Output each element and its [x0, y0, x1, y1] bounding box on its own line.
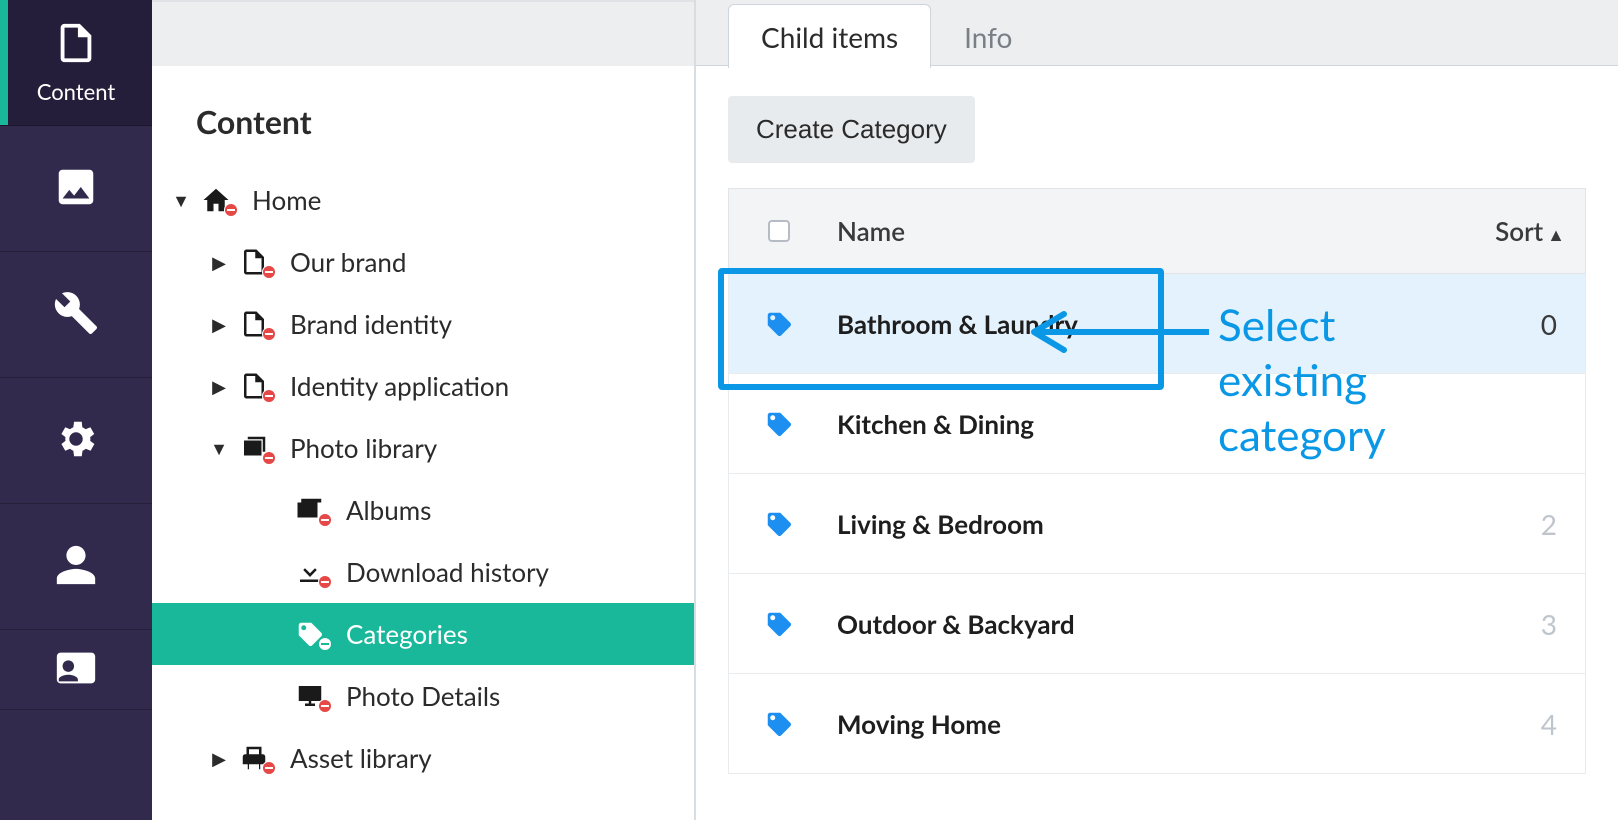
- tree-node-identity-application[interactable]: ▶ Identity application: [152, 355, 694, 417]
- rail-item-tools[interactable]: [0, 252, 152, 378]
- tag-icon: [729, 609, 829, 639]
- tag-icon: [729, 409, 829, 439]
- nav-rail: Content: [0, 0, 152, 820]
- category-row[interactable]: Moving Home4: [728, 674, 1586, 774]
- gear-icon: [53, 416, 99, 466]
- tree-node-label: Brand identity: [274, 308, 452, 340]
- page-icon: [234, 309, 274, 339]
- categories-table: Name Sort▲ Bathroom & Laundry0 Kitchen & …: [728, 188, 1586, 774]
- tree-node-download-history[interactable]: ▶Download history: [152, 541, 694, 603]
- screen-icon: [290, 681, 330, 711]
- panel-divider[interactable]: [694, 0, 696, 820]
- tree-node-categories[interactable]: ▶Categories: [152, 603, 694, 665]
- category-row[interactable]: Living & Bedroom2: [728, 474, 1586, 574]
- download-icon: [290, 557, 330, 587]
- tree-node-label: Identity application: [274, 370, 509, 402]
- tree-node-albums[interactable]: ▶Albums: [152, 479, 694, 541]
- printer-icon: [234, 743, 274, 773]
- category-row[interactable]: Outdoor & Backyard3: [728, 574, 1586, 674]
- column-header-sort[interactable]: Sort▲: [1445, 215, 1585, 247]
- select-all-cell[interactable]: [729, 220, 829, 242]
- category-name: Kitchen & Dining: [829, 408, 1445, 440]
- tree-node-home[interactable]: ▼ Home: [152, 169, 694, 231]
- tag-icon: [729, 709, 829, 739]
- caret-down-icon[interactable]: ▼: [204, 437, 234, 460]
- albums-icon: [290, 495, 330, 525]
- rail-item-card[interactable]: [0, 630, 152, 710]
- tree-node-our-brand[interactable]: ▶ Our brand: [152, 231, 694, 293]
- category-sort-value: 0: [1445, 307, 1585, 341]
- column-header-name[interactable]: Name: [829, 215, 1445, 247]
- caret-right-icon[interactable]: ▶: [204, 375, 234, 398]
- id-card-icon: [53, 645, 99, 695]
- tree-node-label: Categories: [330, 618, 468, 650]
- toolbar: Create Category: [728, 96, 975, 163]
- tree-node-label: Albums: [330, 494, 431, 526]
- category-row[interactable]: Kitchen & Dining: [728, 374, 1586, 474]
- create-category-button[interactable]: Create Category: [728, 96, 975, 163]
- tree-node-label: Home: [236, 184, 321, 216]
- home-icon: [196, 185, 236, 215]
- tree-node-label: Asset library: [274, 742, 432, 774]
- category-name: Bathroom & Laundry: [829, 308, 1445, 340]
- user-icon: [53, 542, 99, 592]
- category-sort-value: 3: [1445, 607, 1585, 641]
- photos-icon: [234, 433, 274, 463]
- tree-heading: Content: [152, 66, 694, 169]
- content-tree: ▼ Home ▶ Our brand ▶ Brand identity ▶ Identity …: [152, 169, 694, 789]
- tree-node-label: Download history: [330, 556, 549, 588]
- tree-node-label: Photo library: [274, 432, 437, 464]
- wrench-icon: [53, 290, 99, 340]
- sort-asc-icon: ▲: [1547, 223, 1565, 245]
- category-row[interactable]: Bathroom & Laundry0: [728, 274, 1586, 374]
- rail-item-label: Content: [37, 78, 116, 105]
- detail-panel: Child items Info Create Category Name So…: [696, 0, 1618, 820]
- page-icon: [234, 371, 274, 401]
- image-icon: [53, 164, 99, 214]
- tab-info[interactable]: Info: [931, 4, 1045, 68]
- detail-tabs: Child items Info: [728, 0, 1045, 67]
- table-header: Name Sort▲: [728, 188, 1586, 274]
- category-name: Living & Bedroom: [829, 508, 1445, 540]
- tree-node-label: Our brand: [274, 246, 407, 278]
- tree-node-photo-library[interactable]: ▼ Photo library: [152, 417, 694, 479]
- tree-node-label: Photo Details: [330, 680, 500, 712]
- file-icon: [53, 20, 99, 70]
- tree-node-brand-identity[interactable]: ▶ Brand identity: [152, 293, 694, 355]
- category-name: Outdoor & Backyard: [829, 608, 1445, 640]
- caret-right-icon[interactable]: ▶: [204, 251, 234, 274]
- page-icon: [234, 247, 274, 277]
- category-sort-value: 4: [1445, 707, 1585, 741]
- tags-icon: [290, 619, 330, 649]
- rail-item-content[interactable]: Content: [0, 0, 152, 126]
- category-name: Moving Home: [829, 708, 1445, 740]
- tab-child-items[interactable]: Child items: [728, 4, 931, 68]
- tree-panel: Content ▼ Home ▶ Our brand ▶ Brand identity ▶ I…: [152, 0, 694, 820]
- rail-item-media[interactable]: [0, 126, 152, 252]
- rail-item-users[interactable]: [0, 504, 152, 630]
- caret-right-icon[interactable]: ▶: [204, 313, 234, 336]
- select-all-checkbox[interactable]: [768, 220, 790, 242]
- rail-item-settings[interactable]: [0, 378, 152, 504]
- tree-node-photo-details[interactable]: ▶Photo Details: [152, 665, 694, 727]
- caret-down-icon[interactable]: ▼: [166, 189, 196, 212]
- tag-icon: [729, 309, 829, 339]
- caret-right-icon[interactable]: ▶: [204, 747, 234, 770]
- category-sort-value: 2: [1445, 507, 1585, 541]
- tag-icon: [729, 509, 829, 539]
- tree-node-asset-library[interactable]: ▶ Asset library: [152, 727, 694, 789]
